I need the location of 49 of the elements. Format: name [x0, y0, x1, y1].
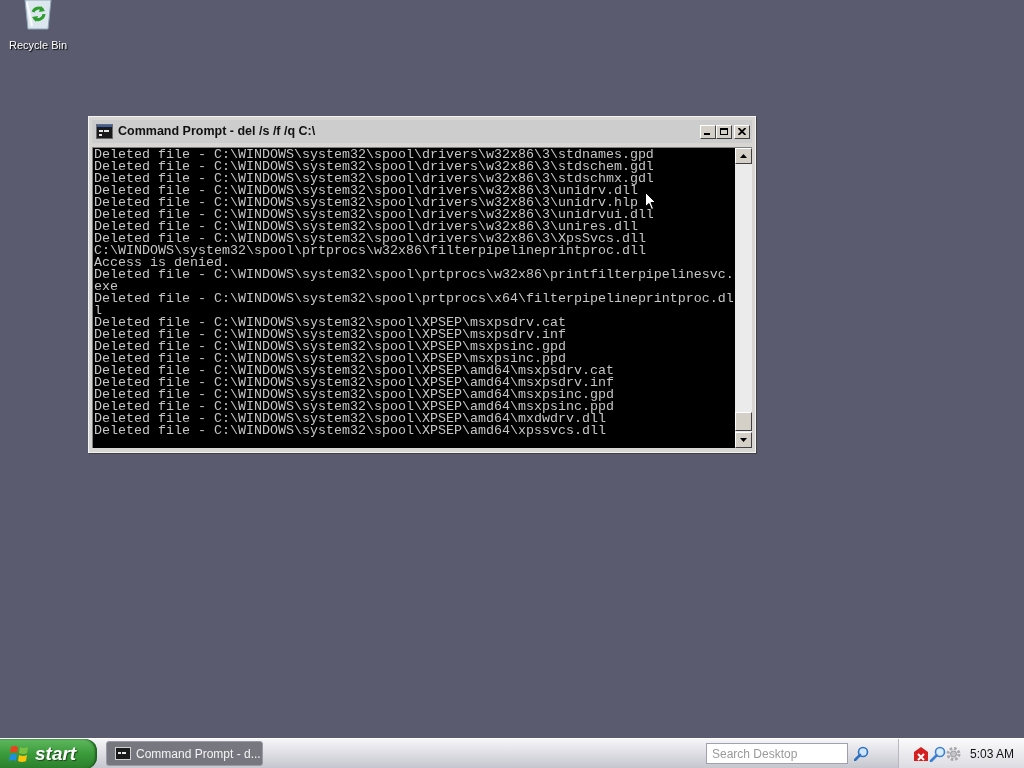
console-line: Deleted file - C:\WINDOWS\system32\spool\XPSEP\amd64\mxdwdrv.dll	[94, 413, 606, 425]
console-line: Deleted file - C:\WINDOWS\system32\spool\drivers\w32x86\3\unidrvui.dll	[94, 209, 654, 221]
scroll-up-button[interactable]	[735, 148, 752, 164]
up-arrow-icon	[740, 154, 747, 158]
console-line: Deleted file - C:\WINDOWS\system32\spool\drivers\w32x86\3\unidrv.hlp	[94, 197, 638, 209]
console-line: l	[94, 305, 102, 317]
maximize-button[interactable]	[716, 124, 732, 139]
magnifier-icon[interactable]	[929, 745, 946, 762]
console-line: Deleted file - C:\WINDOWS\system32\spool\XPSEP\msxpsinc.gpd	[94, 341, 566, 353]
console-line: Deleted file - C:\WINDOWS\system32\spool\drivers\w32x86\3\unidrv.dll	[94, 185, 638, 197]
taskbar-button[interactable]: Command Prompt - d...	[106, 741, 263, 766]
close-button[interactable]	[734, 124, 750, 139]
console-line: Deleted file - C:\WINDOWS\system32\spool\prtprocs\x64\filterpipelineprintproc.dl	[94, 293, 734, 305]
console-line: Deleted file - C:\WINDOWS\system32\spool\XPSEP\amd64\xpssvcs.dll	[94, 425, 606, 437]
scroll-thumb[interactable]	[735, 412, 752, 431]
console-line: Deleted file - C:\WINDOWS\system32\spool\XPSEP\amd64\msxpsinc.ppd	[94, 401, 614, 413]
console-icon	[115, 747, 131, 760]
console-line: Deleted file - C:\WINDOWS\system32\spool\drivers\w32x86\3\stdnames.gpd	[94, 149, 654, 161]
alert-x-icon[interactable]	[912, 745, 929, 762]
console-line: Deleted file - C:\WINDOWS\system32\spool\XPSEP\amd64\msxpsdrv.inf	[94, 377, 614, 389]
search-field[interactable]: Search Desktop	[706, 743, 848, 764]
console-line: Deleted file - C:\WINDOWS\system32\spool\drivers\w32x86\3\stdschem.gdl	[94, 161, 654, 173]
console-line: Deleted file - C:\WINDOWS\system32\spool\drivers\w32x86\3\XpsSvcs.dll	[94, 233, 646, 245]
console-line: Deleted file - C:\WINDOWS\system32\spool\XPSEP\msxpsinc.ppd	[94, 353, 566, 365]
console-line: Deleted file - C:\WINDOWS\system32\spool\XPSEP\amd64\msxpsdrv.cat	[94, 365, 614, 377]
window-title: Command Prompt - del /s /f /q C:\	[118, 123, 317, 141]
console-line: exe	[94, 281, 118, 293]
console-line: Access is denied.	[94, 257, 230, 269]
down-arrow-icon	[740, 438, 747, 442]
console-line: C:\WINDOWS\system32\spool\prtprocs\w32x86\filterpipelineprintproc.dll	[94, 245, 646, 257]
start-button[interactable]: start	[0, 738, 97, 768]
console-line: Deleted file - C:\WINDOWS\system32\spool\XPSEP\msxpsdrv.cat	[94, 317, 566, 329]
clock-time: 5:03 AM	[970, 745, 1015, 763]
scrollbar[interactable]	[735, 148, 752, 448]
windows-flag-icon	[9, 744, 29, 763]
console-line: Deleted file - C:\WINDOWS\system32\spool\drivers\w32x86\3\unires.dll	[94, 221, 638, 233]
maximize-icon	[720, 128, 728, 135]
console-line: Deleted file - C:\WINDOWS\system32\spool\drivers\w32x86\3\stdschmx.gdl	[94, 173, 654, 185]
console-line: Deleted file - C:\WINDOWS\system32\spool\XPSEP\msxpsdrv.inf	[94, 329, 566, 341]
scroll-down-button[interactable]	[735, 432, 752, 448]
desktop-icon-label[interactable]: Recycle Bin	[8, 39, 68, 52]
close-icon	[738, 128, 746, 135]
console-icon	[96, 124, 113, 139]
minimize-button[interactable]	[700, 124, 716, 139]
mouse-pointer-icon	[645, 192, 656, 210]
console-line: Deleted file - C:\WINDOWS\system32\spool\prtprocs\w32x86\printfilterpipelinesvc.	[94, 269, 734, 281]
recycle-bin-icon[interactable]	[23, 0, 53, 30]
search-icon	[853, 746, 869, 761]
console-line: Deleted file - C:\WINDOWS\system32\spool\XPSEP\amd64\msxpsinc.gpd	[94, 389, 614, 401]
